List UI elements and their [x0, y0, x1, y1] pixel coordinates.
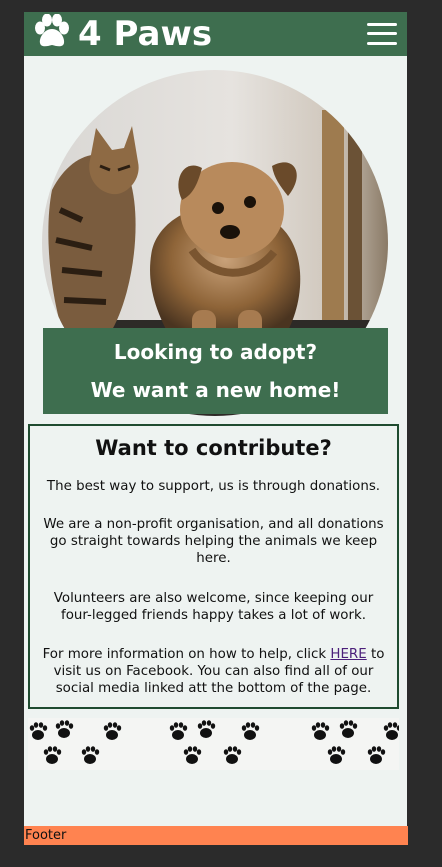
contribute-section: Want to contribute? The best way to supp…	[28, 424, 399, 709]
contribute-paragraph-4: For more information on how to help, cli…	[38, 646, 389, 697]
page: 4 Paws Looking to adopt? We want a new h…	[24, 12, 408, 845]
hero-line-2: We want a new home!	[90, 378, 341, 402]
footer: Footer	[24, 826, 408, 845]
contribute-paragraph-1: The best way to support, us is through d…	[46, 479, 381, 494]
hero-banner: Looking to adopt? We want a new home!	[43, 328, 388, 414]
brand-link[interactable]: 4 Paws	[32, 13, 213, 54]
navbar: 4 Paws	[24, 12, 407, 56]
paw-icon	[32, 13, 72, 54]
contribute-paragraph-2: We are a non-profit organisation, and al…	[43, 517, 384, 566]
hero-line-1: Looking to adopt?	[113, 340, 318, 364]
paw-prints-pattern	[28, 718, 399, 770]
contribute-title: Want to contribute?	[95, 436, 332, 460]
brand-name: 4 Paws	[78, 14, 213, 54]
contribute-p4-before: For more information on how to help, cli…	[42, 647, 331, 662]
contribute-paragraph-3: Volunteers are also welcome, since keepi…	[53, 591, 374, 623]
hamburger-menu-icon[interactable]	[367, 20, 397, 48]
facebook-link[interactable]: HERE	[330, 647, 366, 662]
